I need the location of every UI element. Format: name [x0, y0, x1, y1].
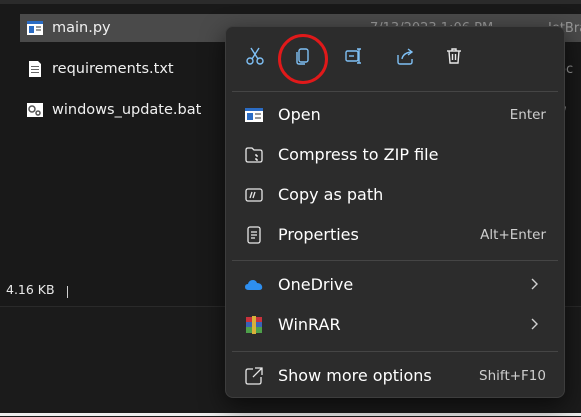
menu-item-show-more-options[interactable]: Show more options Shift+F10	[232, 358, 558, 394]
menu-item-compress-zip[interactable]: Compress to ZIP file	[232, 137, 558, 173]
menu-item-label: Show more options	[278, 366, 432, 385]
copy-button[interactable]	[288, 43, 318, 73]
context-menu: Open Enter Compress to ZIP file Copy as …	[225, 26, 565, 398]
share-button[interactable]	[390, 43, 420, 73]
menu-item-label: Properties	[278, 225, 359, 244]
top-border	[0, 0, 581, 4]
menu-item-shortcut: Alt+Enter	[480, 227, 546, 243]
menu-separator	[232, 260, 558, 261]
copy-icon	[293, 46, 313, 70]
status-size: 4.16 KB	[6, 282, 55, 297]
menu-item-label: Open	[278, 105, 321, 124]
chevron-right-icon	[526, 276, 542, 292]
file-name: requirements.txt	[52, 61, 174, 77]
menu-item-label: Copy as path	[278, 185, 384, 204]
menu-item-label: Compress to ZIP file	[278, 145, 439, 164]
menu-item-label: WinRAR	[278, 315, 341, 334]
file-name: main.py	[52, 20, 111, 36]
onedrive-cloud-icon	[244, 275, 264, 295]
menu-separator	[232, 351, 558, 352]
menu-item-shortcut: Enter	[509, 107, 546, 123]
rename-icon	[344, 46, 364, 70]
file-name: windows_update.bat	[52, 102, 202, 118]
menu-separator	[232, 91, 558, 92]
menu-item-copy-as-path[interactable]: Copy as path	[232, 177, 558, 213]
menu-item-label: OneDrive	[278, 275, 354, 294]
cut-button[interactable]	[240, 43, 270, 73]
winrar-icon	[244, 315, 264, 335]
cut-icon	[245, 46, 265, 70]
batch-file-icon	[26, 101, 44, 119]
menu-item-shortcut: Shift+F10	[479, 368, 546, 384]
delete-button[interactable]	[439, 43, 469, 73]
open-app-icon	[244, 105, 264, 125]
zip-folder-icon	[244, 145, 264, 165]
text-file-icon	[26, 60, 44, 78]
menu-item-onedrive[interactable]: OneDrive	[232, 267, 558, 303]
chevron-right-icon	[526, 316, 542, 332]
properties-icon	[244, 225, 264, 245]
python-file-icon	[26, 19, 44, 37]
rename-button[interactable]	[339, 43, 369, 73]
menu-item-winrar[interactable]: WinRAR	[232, 307, 558, 343]
status-divider	[67, 286, 68, 298]
menu-item-open[interactable]: Open Enter	[232, 97, 558, 133]
menu-item-properties[interactable]: Properties Alt+Enter	[232, 217, 558, 253]
context-menu-toolbar	[226, 27, 564, 91]
copy-path-icon	[244, 185, 264, 205]
delete-icon	[444, 46, 464, 70]
share-icon	[395, 46, 415, 70]
show-more-icon	[244, 366, 264, 386]
